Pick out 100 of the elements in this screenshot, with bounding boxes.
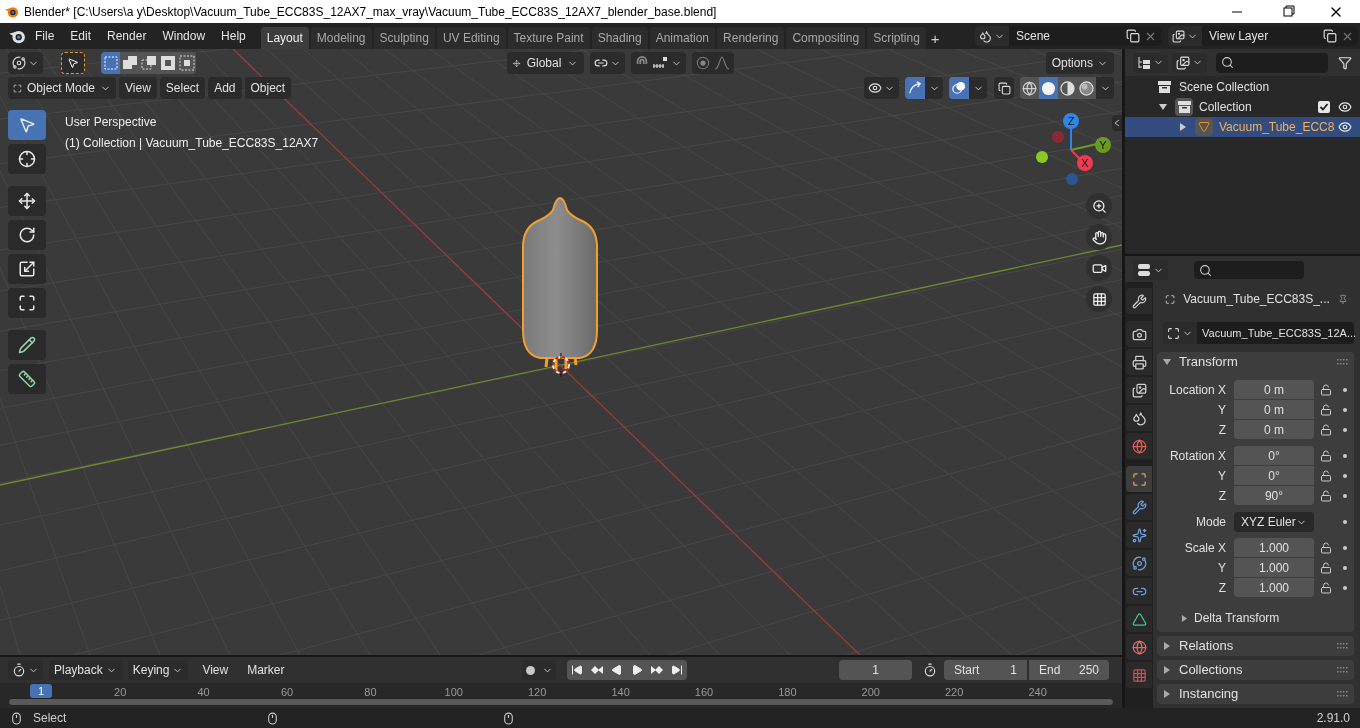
eye-icon[interactable] (1338, 100, 1352, 114)
properties-tab[interactable] (1126, 606, 1152, 632)
gizmo-toggle[interactable] (905, 77, 925, 99)
properties-tab[interactable] (1126, 550, 1152, 576)
select-mode-button[interactable] (101, 52, 120, 74)
view-layer-filter-button[interactable] (1172, 52, 1207, 73)
workspace-tab[interactable]: Animation (649, 27, 716, 49)
options-dropdown[interactable]: Options (1045, 52, 1114, 74)
add-workspace-button[interactable]: + (927, 27, 943, 49)
outliner-row[interactable]: Vacuum_Tube_ECC8 (1125, 117, 1360, 137)
viewport-menu[interactable]: Add (208, 77, 242, 99)
timeline-menu[interactable]: Keying (127, 660, 189, 680)
workspace-tab[interactable]: Shading (591, 27, 648, 49)
properties-tab[interactable] (1126, 522, 1152, 548)
viewport-menu[interactable]: View (119, 77, 157, 99)
properties-tab[interactable] (1126, 288, 1152, 314)
select-mode-button[interactable] (158, 52, 177, 74)
exclude-checkbox[interactable] (1318, 101, 1330, 113)
pivot-point-button[interactable] (590, 52, 626, 74)
transform-orientation-dropdown[interactable]: Global (507, 52, 585, 74)
panel-header[interactable]: Relations (1157, 636, 1354, 656)
timeline-menu[interactable]: View (197, 660, 234, 680)
workspace-tab[interactable]: Rendering (717, 27, 785, 49)
viewport-menu[interactable]: Object (244, 77, 292, 99)
workspace-tab[interactable]: Sculpting (373, 27, 435, 49)
duplicate-icon[interactable] (1126, 29, 1140, 43)
workspace-tab[interactable]: Scripting (867, 27, 926, 49)
overlay-toggle[interactable] (949, 77, 969, 99)
panel-header[interactable]: Instancing (1157, 684, 1354, 704)
shading-mode-button[interactable] (1039, 77, 1058, 99)
xray-toggle[interactable] (994, 77, 1014, 99)
timeline-menu[interactable]: Marker (242, 660, 290, 680)
open-lock-icon[interactable] (1320, 582, 1332, 594)
menu-item[interactable]: File (28, 25, 62, 47)
workspace-tab[interactable]: Texture Paint (507, 27, 590, 49)
object-mode-dropdown[interactable]: Object Mode (8, 77, 116, 99)
properties-tab[interactable] (1126, 321, 1152, 347)
filter-icon[interactable] (1338, 55, 1352, 70)
workspace-tab[interactable]: Compositing (786, 27, 866, 49)
proportional-edit-button[interactable] (692, 52, 735, 74)
auto-keying-toggle[interactable] (521, 660, 540, 680)
properties-tab[interactable] (1126, 494, 1152, 520)
properties-tab[interactable] (1126, 578, 1152, 604)
number-field[interactable]: 0 m (1234, 380, 1314, 399)
eye-icon[interactable] (1338, 120, 1352, 134)
shading-mode-button[interactable] (1020, 77, 1039, 99)
open-lock-icon[interactable] (1320, 424, 1332, 436)
properties-tab[interactable] (1126, 377, 1152, 403)
workspace-tab[interactable]: UV Editing (436, 27, 506, 49)
open-lock-icon[interactable] (1320, 470, 1332, 482)
cursor-tool[interactable] (8, 144, 46, 174)
outliner-search-field[interactable] (1216, 52, 1328, 73)
shading-mode-button[interactable] (1077, 77, 1096, 99)
number-field[interactable]: 0° (1234, 466, 1314, 485)
workspace-tab[interactable]: Modeling (310, 27, 372, 49)
properties-tab[interactable] (1126, 405, 1152, 431)
open-lock-icon[interactable] (1320, 562, 1332, 574)
panel-header[interactable]: Collections (1157, 660, 1354, 680)
playhead[interactable]: 1 (30, 684, 52, 698)
menu-item[interactable]: Window (155, 25, 213, 47)
scale-tool[interactable] (8, 254, 46, 284)
number-field[interactable]: 90° (1234, 486, 1314, 505)
number-field[interactable]: 0° (1234, 446, 1314, 465)
select-mode-button[interactable] (120, 52, 139, 74)
select-box-tool[interactable] (8, 110, 46, 140)
editor-type-button[interactable] (1133, 260, 1168, 280)
scene-selector-button[interactable] (975, 26, 1009, 46)
select-mode-button[interactable] (177, 52, 196, 74)
menu-item[interactable]: Render (100, 25, 154, 47)
workspace-tab[interactable]: Layout (260, 27, 309, 49)
number-field[interactable]: 1.000 (1234, 578, 1314, 597)
viewport-menu[interactable]: Select (159, 77, 206, 99)
number-field[interactable]: 1.000 (1234, 558, 1314, 577)
timeline-menu[interactable]: Playback (49, 660, 122, 680)
shading-mode-button[interactable] (1058, 77, 1077, 99)
end-frame-field[interactable]: End 250 (1029, 660, 1109, 680)
object-name-field[interactable]: Vacuum_Tube_ECC83S_12A... (1197, 324, 1357, 342)
open-lock-icon[interactable] (1320, 542, 1332, 554)
properties-tab[interactable] (1126, 433, 1152, 459)
outliner-row[interactable]: Collection (1125, 97, 1360, 117)
visibility-button[interactable] (864, 77, 899, 99)
open-lock-icon[interactable] (1320, 490, 1332, 502)
open-lock-icon[interactable] (1320, 384, 1332, 396)
current-frame-field[interactable]: 1 (839, 660, 912, 680)
editor-type-button[interactable] (8, 660, 43, 680)
editor-type-button[interactable] (8, 52, 43, 74)
subpanel-header[interactable]: Delta Transform (1159, 608, 1354, 628)
menu-item[interactable]: Edit (63, 25, 99, 47)
number-field[interactable]: 1.000 (1234, 538, 1314, 557)
menu-item[interactable]: Help (214, 25, 253, 47)
panel-header[interactable]: Transform (1157, 352, 1354, 372)
view-layer-selector-button[interactable] (1168, 26, 1202, 46)
move-tool[interactable] (8, 186, 46, 216)
start-frame-field[interactable]: Start 1 (944, 660, 1027, 680)
number-field[interactable]: 0 m (1234, 420, 1314, 439)
measure-tool[interactable] (8, 364, 46, 394)
number-field[interactable]: 0 m (1234, 400, 1314, 419)
outliner-row[interactable]: Scene Collection (1125, 77, 1360, 97)
select-mode-button[interactable] (139, 52, 158, 74)
display-mode-button[interactable] (1133, 52, 1168, 73)
